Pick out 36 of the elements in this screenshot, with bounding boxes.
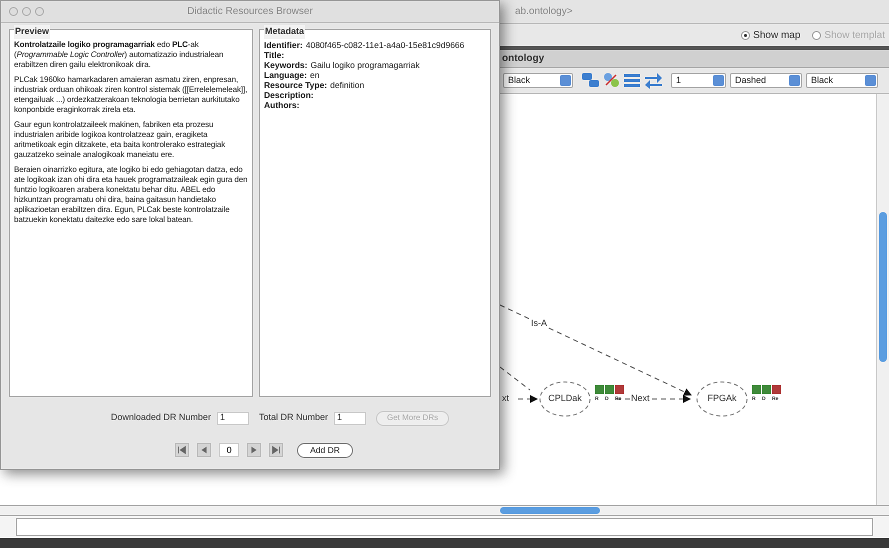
node-label: FPGAk <box>708 394 736 403</box>
field-label: Identifier: <box>264 40 303 50</box>
panel-title: Preview <box>14 25 50 38</box>
field-label: Title: <box>264 50 284 60</box>
paragraph: Kontrolatzaile logiko programagarriak edo PLC-ak (Programmable Logic Controller) automatizazio industrialean erabiltzen diren gailu elektronikoak dira. <box>14 40 224 70</box>
edge-label: Is-A <box>530 319 548 328</box>
paragraph: Gaur egun kontrolatzaileek makinen, fabriken eta prozesu industrialen aribide logikoa kontrolatzeaz gain, eragiketa aritmetikoak egin ditzakete, eta baita kontrolerako estrategiak gauzatzeko seinale analogikoak maneiatu ere. <box>14 120 226 160</box>
field-value: 4080f465-c082-11e1-a4a0-15e81c9d9666 <box>306 40 464 50</box>
paragraph: PLCak 1960ko hamarkadaren amaieran asmatu ziren, enpresan, industriak orduan ohikoak ziren kontrol sistemak ([[Errelelemeleak]], etengailuak ...) ordezkatzerakoan teknologia berrietan aurkitutako konponbide eraginkorrak zirela eta. <box>14 75 248 115</box>
node-label: CPLDak <box>548 394 582 403</box>
edge-label: xt <box>501 394 510 403</box>
dropdown[interactable]: Black <box>503 73 573 88</box>
tab[interactable]: ontology <box>502 51 544 66</box>
dropdown[interactable]: Dashed <box>730 73 802 88</box>
radio-button[interactable]: Show map <box>741 28 800 42</box>
window-title: ab.ontology> <box>515 5 573 19</box>
window-title: Didactic Resources Browser <box>187 5 313 19</box>
input-field[interactable]: 1 <box>216 412 249 424</box>
input-field[interactable]: 1 <box>334 412 366 424</box>
field-label: Resource Type: <box>264 80 328 90</box>
paragraph: Beraien oinarrizko egitura, ate logiko bi edo gehiagotan datza, edo ate logikoak izan ohi dira eta hauek programatzaileak egin gura den funtzio logikoaren arabera konektatu behar ditu. ABEL edo hizkuntzan programatu ohi dira, baina gaitasun handietako aplikazioetan erabiltzen dira. Egun, PLCak beste kontrolatzaile batzuekin konektatu daitezke edo sare lokal batean. <box>14 165 248 225</box>
field-value: definition <box>330 80 364 90</box>
panel-title: Metadata <box>264 25 306 38</box>
input-field[interactable]: 0 <box>219 443 240 457</box>
field-value: Gailu logiko programagarriak <box>310 60 420 70</box>
field-label: Downloaded DR Number <box>110 411 211 424</box>
dropdown[interactable]: Black <box>806 73 878 88</box>
field-label: Total DR Number <box>258 411 328 424</box>
field-value: en <box>310 70 320 80</box>
field-label: Keywords: <box>264 60 308 70</box>
edge-label: Next <box>630 394 651 403</box>
field-label: Authors: <box>264 100 300 110</box>
field-label: Language: <box>264 70 307 80</box>
add-button[interactable]: Add DR <box>297 442 353 458</box>
field-label: Description: <box>264 90 314 100</box>
dropdown[interactable]: 1 <box>671 73 726 88</box>
